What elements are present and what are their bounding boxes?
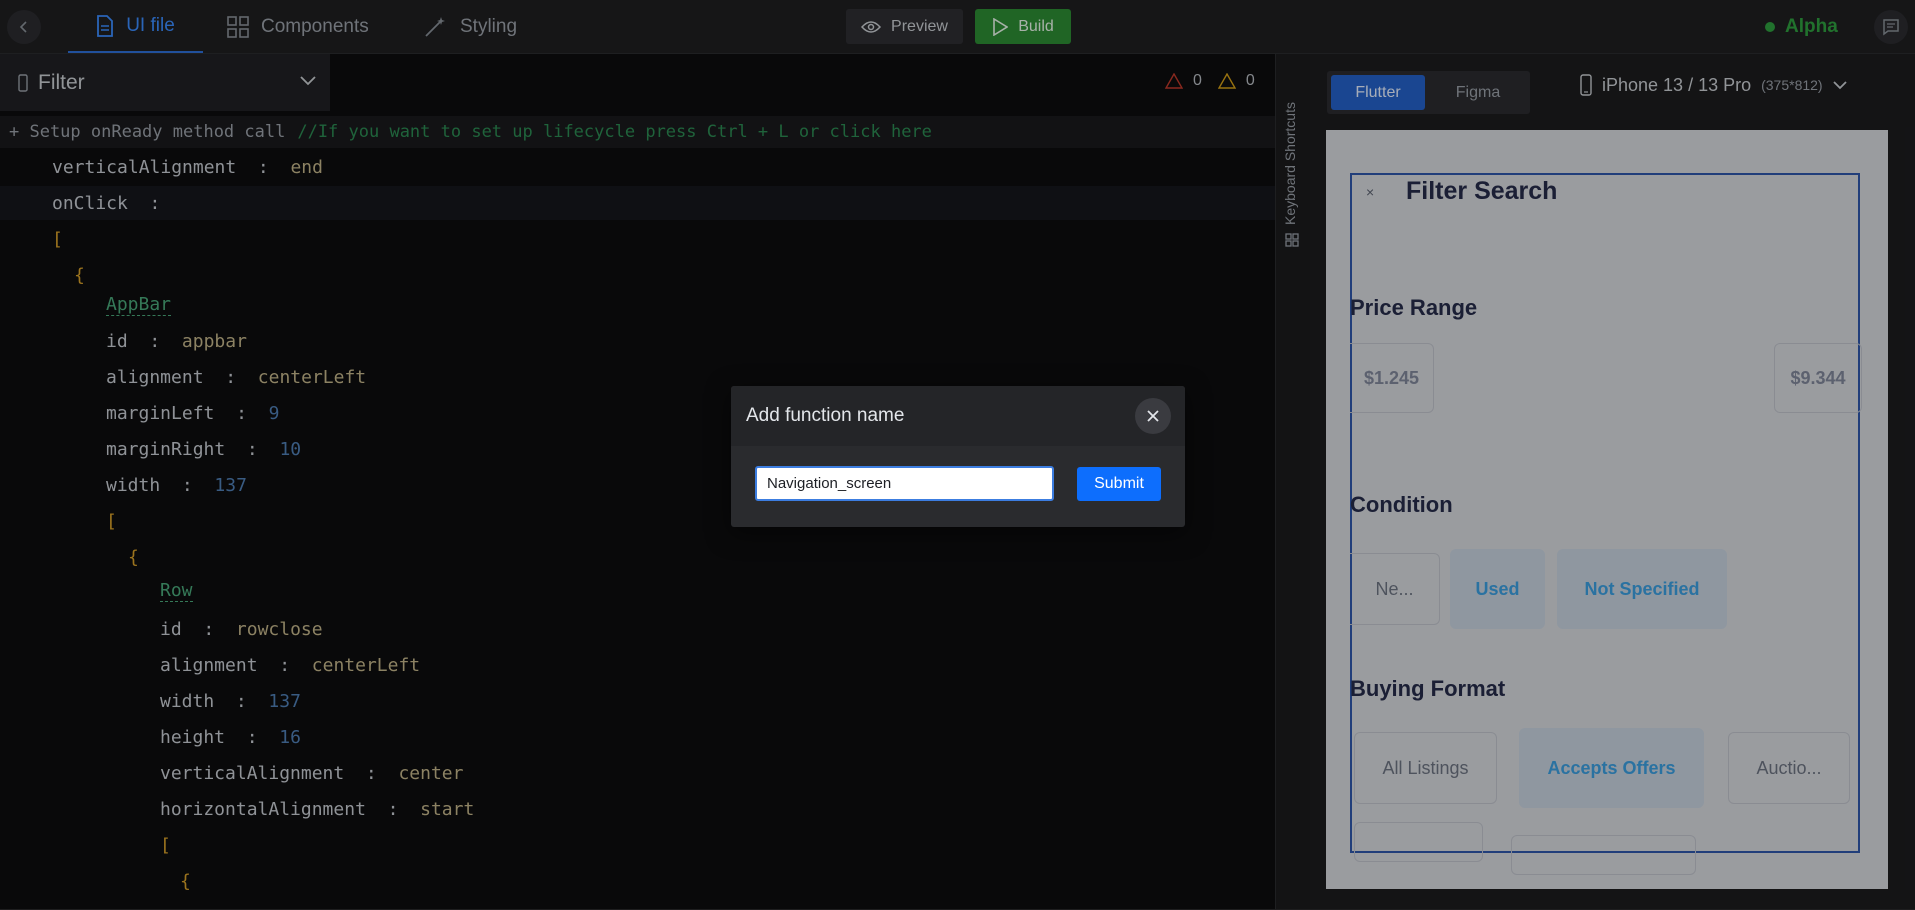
dialog-header: Add function name — [731, 386, 1185, 446]
function-name-input[interactable] — [755, 466, 1054, 501]
submit-button[interactable]: Submit — [1077, 467, 1161, 501]
close-button[interactable] — [1135, 398, 1171, 434]
dialog-title: Add function name — [746, 405, 905, 426]
add-function-dialog: Add function name Submit — [731, 386, 1185, 527]
close-icon — [1147, 410, 1159, 422]
